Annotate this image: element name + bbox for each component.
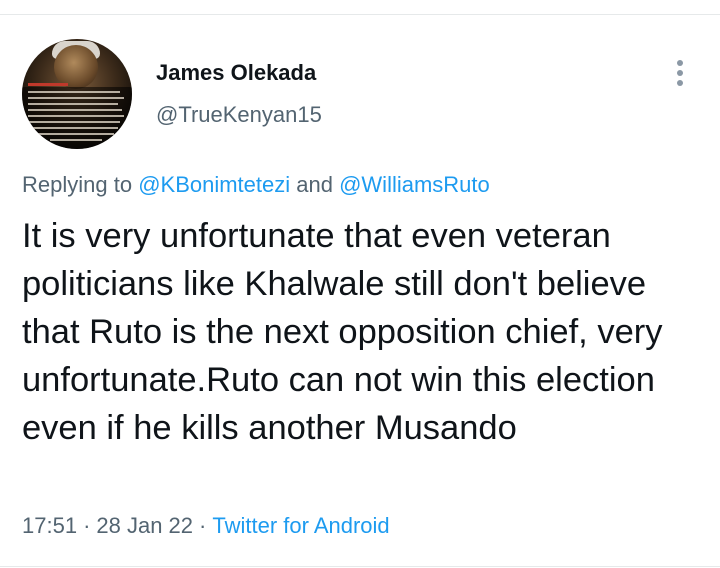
tweet: James Olekada @TrueKenyan15 Replying to …	[0, 0, 720, 568]
tweet-source[interactable]: Twitter for Android	[212, 513, 389, 538]
mention-link[interactable]: @WilliamsRuto	[339, 172, 490, 197]
mention-link[interactable]: @KBonimtetezi	[138, 172, 290, 197]
replying-to: Replying to @KBonimtetezi and @WilliamsR…	[22, 170, 490, 200]
tweet-date[interactable]: 28 Jan 22	[96, 513, 193, 538]
replying-connector: and	[290, 172, 340, 197]
separator: ·	[199, 513, 207, 538]
tweet-meta: 17:51 · 28 Jan 22 · Twitter for Android	[22, 511, 390, 541]
tweet-time[interactable]: 17:51	[22, 513, 77, 538]
avatar[interactable]	[22, 39, 132, 149]
replying-prefix: Replying to	[22, 172, 139, 197]
author-handle[interactable]: @TrueKenyan15	[156, 100, 322, 130]
divider	[0, 566, 720, 567]
author-name[interactable]: James Olekada	[156, 58, 316, 88]
more-vertical-icon[interactable]	[666, 56, 694, 90]
tweet-text: It is very unfortunate that even veteran…	[22, 217, 673, 447]
separator: ·	[83, 513, 91, 538]
divider	[0, 14, 720, 15]
